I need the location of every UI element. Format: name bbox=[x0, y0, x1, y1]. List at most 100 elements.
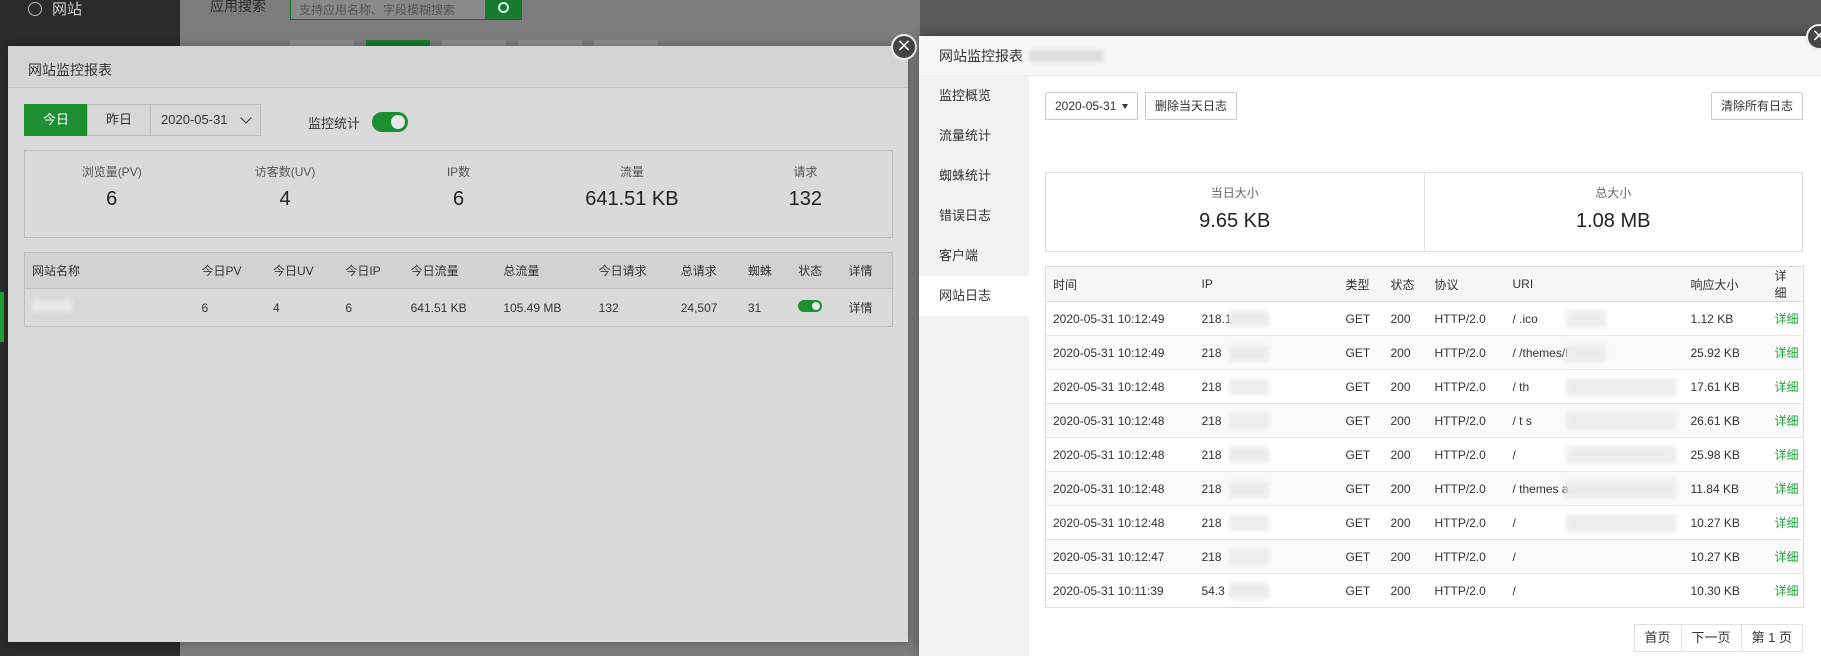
cell-type: GET bbox=[1338, 369, 1384, 404]
yesterday-button[interactable]: 昨日 bbox=[87, 104, 152, 136]
cell-size: 1.12 KB bbox=[1683, 301, 1768, 336]
cell-ip: 218 bbox=[1194, 539, 1339, 574]
cell-uri: / .ico bbox=[1505, 301, 1684, 336]
cell-type: GET bbox=[1338, 471, 1384, 506]
stat-label: 流量 bbox=[619, 165, 644, 179]
cell-size: 10.27 KB bbox=[1683, 539, 1768, 574]
cell-ip: 218 bbox=[1194, 403, 1339, 438]
cell-type: GET bbox=[1338, 335, 1384, 370]
stat-traffic: 流量 641.51 KB bbox=[545, 151, 718, 237]
detail-link[interactable]: 详细 bbox=[1767, 437, 1804, 472]
detail-link[interactable]: 详细 bbox=[1767, 335, 1804, 370]
detail-link[interactable]: 详细 bbox=[1767, 403, 1804, 438]
cell-ip: 54.3 bbox=[1194, 573, 1339, 608]
size-value: 1.08 MB bbox=[1576, 210, 1651, 232]
redacted-domain bbox=[1029, 49, 1103, 62]
col-total-traffic: 总流量 bbox=[496, 252, 592, 289]
col-type: 类型 bbox=[1338, 266, 1384, 302]
detail-link[interactable]: 详细 bbox=[1767, 505, 1804, 540]
detail-link[interactable]: 详细 bbox=[1767, 539, 1804, 574]
stat-ip: IP数 6 bbox=[372, 151, 545, 237]
cell-pv: 6 bbox=[201, 300, 209, 315]
cell-traffic: 641.51 KB bbox=[410, 300, 467, 315]
status-toggle[interactable] bbox=[798, 300, 823, 312]
redacted-block bbox=[1565, 344, 1606, 362]
side-tab-client[interactable]: 客户端 bbox=[919, 236, 1029, 276]
side-tab-spider[interactable]: 蜘蛛统计 bbox=[919, 156, 1029, 196]
stat-value: 132 bbox=[788, 188, 823, 210]
col-total-req: 总请求 bbox=[673, 252, 741, 289]
col-ip: IP bbox=[1194, 266, 1339, 302]
log-date-select[interactable]: 2020-05-31 bbox=[1045, 92, 1139, 120]
table-row: 2020-05-31 10:12:48 218 GET 200 HTTP/2.0/10.… bbox=[1045, 505, 1804, 540]
cell-uri: / bbox=[1505, 539, 1684, 574]
detail-link[interactable]: 详细 bbox=[1767, 573, 1804, 608]
cell-protocol: HTTP/2.0 bbox=[1427, 403, 1506, 438]
detail-link[interactable]: 详细 bbox=[1767, 471, 1804, 506]
col-detail: 详细 bbox=[1767, 266, 1804, 302]
col-time: 时间 bbox=[1045, 266, 1195, 302]
side-tab-site-log[interactable]: 网站日志 bbox=[919, 276, 1029, 316]
col-detail: 详情 bbox=[841, 252, 893, 289]
size-label: 当日大小 bbox=[1210, 186, 1259, 200]
cell-ip: 218 bbox=[1194, 335, 1339, 370]
redacted-block bbox=[1565, 412, 1676, 430]
cell-status: 200 bbox=[1383, 437, 1428, 472]
redacted-block bbox=[1228, 345, 1269, 361]
cell-total-traffic: 105.49 MB bbox=[503, 300, 562, 315]
cell-uri: / /themes/l em... bbox=[1505, 335, 1684, 370]
cell-status: 200 bbox=[1383, 301, 1428, 336]
cell-protocol: HTTP/2.0 bbox=[1427, 437, 1506, 472]
col-uri: URI bbox=[1505, 266, 1684, 302]
app-search-button[interactable] bbox=[485, 0, 521, 19]
clear-all-logs-button[interactable]: 清除所有日志 bbox=[1710, 92, 1803, 120]
cell-time: 2020-05-31 10:12:47 bbox=[1045, 539, 1195, 574]
table-row: 2020-05-31 10:12:48 218 GET 200 HTTP/2.0/25.… bbox=[1045, 437, 1804, 472]
site-table: 网站名称 今日PV 今日UV 今日IP 今日流量 总流量 今日请求 总请求 蜘蛛… bbox=[24, 252, 893, 327]
cell-protocol: HTTP/2.0 bbox=[1427, 335, 1506, 370]
table-row: 2020-05-31 10:12:48 218 GET 200 HTTP/2.0/ th… bbox=[1045, 369, 1804, 404]
stat-value: 641.51 KB bbox=[585, 188, 679, 210]
cell-size: 26.61 KB bbox=[1683, 403, 1768, 438]
cell-ip: 218 bbox=[1194, 471, 1339, 506]
table-header-row: 网站名称 今日PV 今日UV 今日IP 今日流量 总流量 今日请求 总请求 蜘蛛… bbox=[24, 252, 893, 289]
first-page-button[interactable]: 首页 bbox=[1633, 624, 1682, 652]
log-date-value: 2020-05-31 bbox=[1055, 99, 1117, 113]
redacted-block bbox=[1565, 446, 1676, 464]
redacted-block bbox=[1228, 447, 1269, 463]
detail-link[interactable]: 详细 bbox=[1767, 301, 1804, 336]
monitor-label: 监控统计 bbox=[308, 115, 361, 131]
detail-link[interactable]: 详细 bbox=[1767, 369, 1804, 404]
stat-pv: 浏览量(PV) 6 bbox=[25, 151, 198, 237]
close-left-modal-icon[interactable]: × bbox=[891, 34, 917, 60]
app-search-box[interactable]: 支持应用名称、字段模糊搜索 bbox=[290, 0, 522, 20]
side-tab-overview[interactable]: 监控概览 bbox=[919, 76, 1029, 116]
size-label: 总大小 bbox=[1595, 186, 1632, 200]
site-monitor-modal: 网站监控报表 今日 昨日 2020-05-31 监控统计 浏览量(PV) 6 访客… bbox=[8, 46, 908, 642]
delete-today-log-button[interactable]: 删除当天日志 bbox=[1145, 92, 1238, 120]
cell-total-req: 24,507 bbox=[680, 300, 718, 315]
sidebar-item-website[interactable]: 网站 bbox=[28, 0, 82, 19]
today-button[interactable]: 今日 bbox=[24, 104, 89, 136]
side-tab-error-log[interactable]: 错误日志 bbox=[919, 196, 1029, 236]
log-panel: 2020-05-31 删除当天日志 清除所有日志 当日大小 9.65 KB 总大小… bbox=[1045, 76, 1811, 656]
table-row: 2020-05-31 10:12:48 218 GET 200 HTTP/2.0/ th… bbox=[1045, 471, 1804, 506]
cell-uri: / bbox=[1505, 573, 1684, 608]
cell-type: GET bbox=[1338, 539, 1384, 574]
cell-ip: 218.1 bbox=[1194, 301, 1339, 336]
monitor-toggle-group: 监控统计 bbox=[308, 112, 409, 132]
next-page-button[interactable]: 下一页 bbox=[1680, 624, 1742, 652]
side-tab-traffic[interactable]: 流量统计 bbox=[919, 116, 1029, 156]
cell-detail-link[interactable]: 详情 bbox=[841, 289, 892, 327]
redacted-block bbox=[1228, 515, 1269, 531]
cell-size: 10.30 KB bbox=[1683, 573, 1768, 608]
stats-summary: 浏览量(PV) 6 访客数(UV) 4 IP数 6 流量 641.51 KB 请求 132 bbox=[24, 150, 893, 238]
cell-protocol: HTTP/2.0 bbox=[1427, 301, 1506, 336]
cell-uv: 4 bbox=[272, 300, 280, 315]
redacted-block bbox=[1228, 549, 1269, 565]
total-size: 总大小 1.08 MB bbox=[1423, 173, 1803, 251]
date-picker[interactable]: 2020-05-31 bbox=[150, 104, 261, 136]
monitor-toggle[interactable] bbox=[372, 112, 409, 132]
app-search-input[interactable]: 支持应用名称、字段模糊搜索 bbox=[291, 0, 485, 19]
cell-time: 2020-05-31 10:12:49 bbox=[1045, 335, 1195, 370]
